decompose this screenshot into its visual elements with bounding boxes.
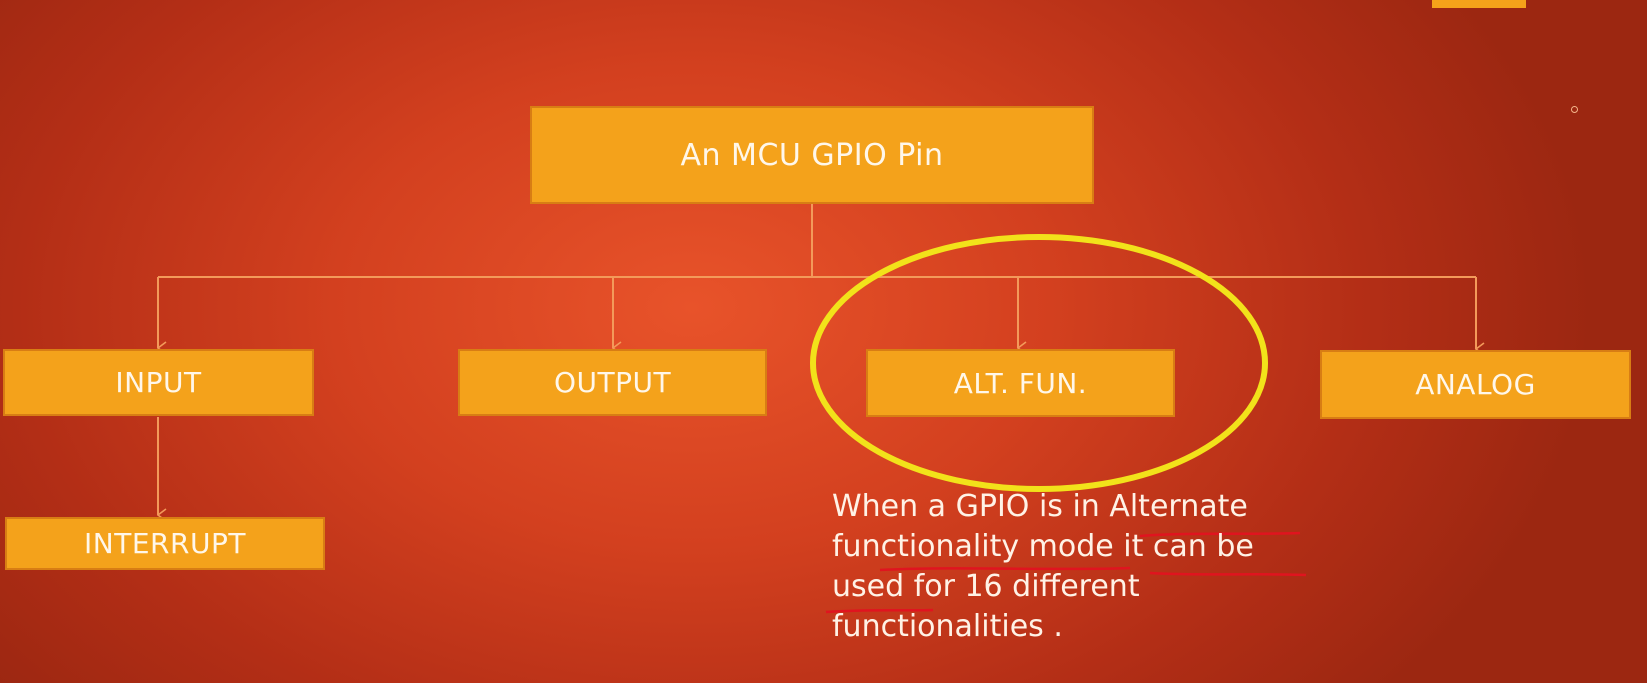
root-node-label: An MCU GPIO Pin (680, 137, 944, 173)
mode-node-label: ALT. FUN. (953, 366, 1088, 400)
note-line: functionality mode it can be (832, 529, 1254, 564)
root-node-gpio-pin: An MCU GPIO Pin (530, 106, 1094, 204)
note-line: used for 16 different (832, 569, 1140, 604)
slide-canvas: An MCU GPIO Pin INPUT OUTPUT ALT. FUN. A… (0, 0, 1647, 683)
mode-node-alt-fun: ALT. FUN. (866, 349, 1175, 417)
mode-node-label: INPUT (115, 366, 202, 399)
mode-node-analog: ANALOG (1320, 350, 1631, 419)
note-line: When a GPIO is in Alternate (832, 489, 1248, 524)
note-line: functionalities . (832, 609, 1063, 644)
mode-node-label: ANALOG (1415, 368, 1536, 401)
alt-fun-note: When a GPIO is in Alternate functionalit… (832, 487, 1312, 647)
small-dot (1571, 106, 1578, 113)
mode-node-input: INPUT (3, 349, 314, 416)
mode-node-label: OUTPUT (553, 366, 672, 399)
sub-node-label: INTERRUPT (84, 527, 246, 560)
mode-node-output: OUTPUT (458, 349, 767, 416)
sub-node-interrupt: INTERRUPT (5, 517, 325, 570)
corner-tab (1432, 0, 1526, 8)
connector-lines (157, 204, 1647, 614)
